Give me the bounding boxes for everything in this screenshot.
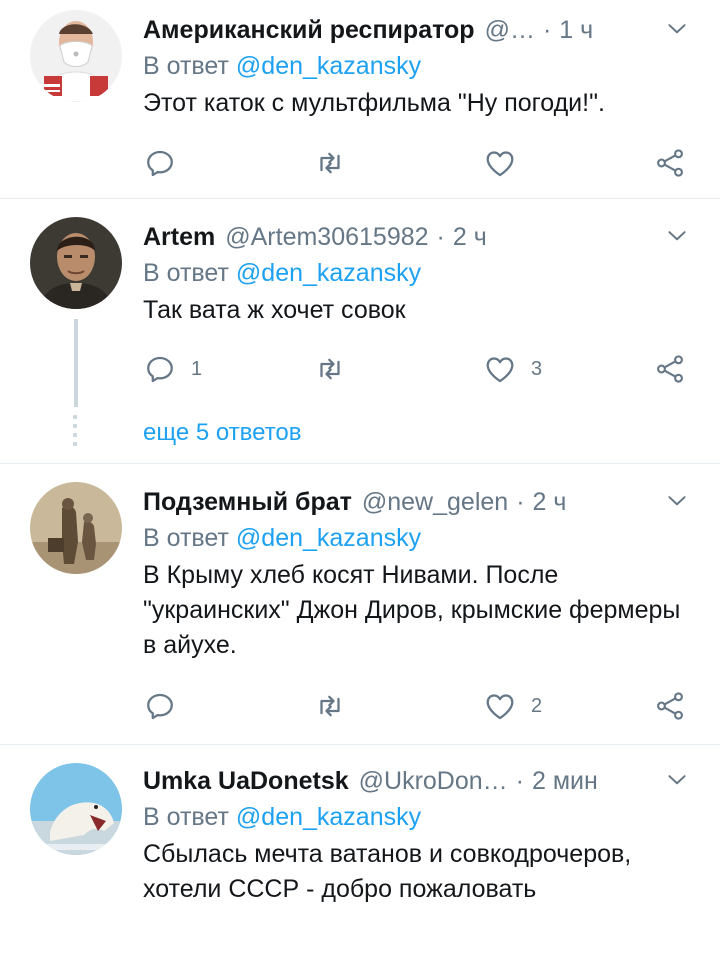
retweet-icon bbox=[313, 146, 347, 180]
reply-count: 1 bbox=[191, 357, 203, 380]
timestamp[interactable]: 1 ч bbox=[559, 14, 593, 46]
respirator-man-avatar[interactable] bbox=[30, 10, 122, 102]
reply-button[interactable]: 1 bbox=[143, 352, 202, 386]
reply-context: В ответ @den_kazansky bbox=[143, 50, 700, 82]
like-button[interactable] bbox=[483, 146, 531, 180]
tweet-text: Сбылась мечта ватанов и совкодрочеров, х… bbox=[143, 840, 632, 903]
thread-line bbox=[74, 319, 78, 407]
tweet[interactable]: Artem @Artem30615982 · 2 ч В ответ @den_… bbox=[0, 199, 720, 464]
tweet-actions: 1 3 bbox=[143, 352, 693, 386]
retweet-icon bbox=[313, 352, 347, 386]
tweet-text: Этот каток с мультфильма "Ну погоди!". bbox=[143, 89, 605, 117]
separator-dot: · bbox=[515, 767, 524, 795]
share-icon bbox=[653, 689, 687, 723]
like-count: 3 bbox=[531, 357, 543, 380]
chevron-down-icon[interactable] bbox=[664, 223, 690, 249]
share-button[interactable] bbox=[653, 689, 687, 723]
tweet-text: В Крыму хлеб косят Нивами. После "украин… bbox=[143, 561, 681, 659]
reply-icon bbox=[143, 352, 177, 386]
author-name[interactable]: Американский респиратор bbox=[143, 14, 475, 46]
chevron-down-icon[interactable] bbox=[664, 488, 690, 514]
author-name[interactable]: Подземный брат bbox=[143, 486, 352, 518]
polar-bear-avatar[interactable] bbox=[30, 763, 122, 855]
timestamp[interactable]: 2 ч bbox=[453, 221, 487, 253]
chevron-down-icon[interactable] bbox=[664, 16, 690, 42]
reply-context: В ответ @den_kazansky bbox=[143, 522, 700, 554]
reply-button[interactable] bbox=[143, 689, 191, 723]
mention-link[interactable]: @den_kazansky bbox=[236, 259, 421, 287]
mention-link[interactable]: @den_kazansky bbox=[236, 524, 421, 552]
reply-button[interactable] bbox=[143, 146, 191, 180]
author-handle[interactable]: @UkroDon… bbox=[359, 765, 508, 797]
author-handle[interactable]: @Artem30615982 bbox=[225, 221, 428, 253]
timestamp[interactable]: 2 мин bbox=[532, 765, 598, 797]
author-name[interactable]: Artem bbox=[143, 221, 215, 253]
separator-dot: · bbox=[516, 488, 525, 516]
like-button[interactable]: 2 bbox=[483, 689, 542, 723]
tweet-actions bbox=[143, 146, 693, 180]
reply-prefix: В ответ bbox=[143, 524, 229, 552]
heart-icon bbox=[483, 689, 517, 723]
mention-link[interactable]: @den_kazansky bbox=[236, 803, 421, 831]
heart-icon bbox=[483, 352, 517, 386]
retweet-button[interactable] bbox=[313, 146, 347, 180]
share-button[interactable] bbox=[653, 352, 687, 386]
separator-dot: · bbox=[436, 223, 445, 251]
retweet-button[interactable] bbox=[313, 689, 347, 723]
tweet-actions: 2 bbox=[143, 689, 693, 723]
author-handle[interactable]: @new_gelen bbox=[362, 486, 508, 518]
separator-dot: · bbox=[542, 16, 552, 44]
man-portrait-avatar[interactable] bbox=[30, 217, 122, 309]
reply-prefix: В ответ bbox=[143, 52, 229, 80]
thread-dots bbox=[73, 415, 78, 451]
show-more-replies-link[interactable]: еще 5 ответов bbox=[143, 419, 302, 447]
reply-context: В ответ @den_kazansky bbox=[143, 801, 700, 833]
share-icon bbox=[653, 146, 687, 180]
retweet-icon bbox=[313, 689, 347, 723]
share-icon bbox=[653, 352, 687, 386]
tweet-text: Так вата ж хочет совок bbox=[143, 296, 406, 324]
reply-context: В ответ @den_kazansky bbox=[143, 257, 700, 289]
like-count: 2 bbox=[531, 694, 543, 717]
tweet[interactable]: Umka UaDonetsk @UkroDon… · 2 мин В ответ… bbox=[0, 745, 720, 967]
author-handle[interactable]: @… bbox=[485, 14, 535, 46]
reply-prefix: В ответ bbox=[143, 259, 229, 287]
sepia-photo-avatar[interactable] bbox=[30, 482, 122, 574]
chevron-down-icon[interactable] bbox=[664, 767, 690, 793]
heart-icon bbox=[483, 146, 517, 180]
tweet[interactable]: Американский респиратор @… · 1 ч В ответ… bbox=[0, 0, 720, 199]
share-button[interactable] bbox=[653, 146, 687, 180]
reply-icon bbox=[143, 146, 177, 180]
timestamp[interactable]: 2 ч bbox=[533, 486, 567, 518]
like-button[interactable]: 3 bbox=[483, 352, 542, 386]
reply-prefix: В ответ bbox=[143, 803, 229, 831]
retweet-button[interactable] bbox=[313, 352, 347, 386]
reply-icon bbox=[143, 689, 177, 723]
author-name[interactable]: Umka UaDonetsk bbox=[143, 765, 349, 797]
mention-link[interactable]: @den_kazansky bbox=[236, 52, 421, 80]
tweet[interactable]: Подземный брат @new_gelen · 2 ч В ответ … bbox=[0, 464, 720, 745]
